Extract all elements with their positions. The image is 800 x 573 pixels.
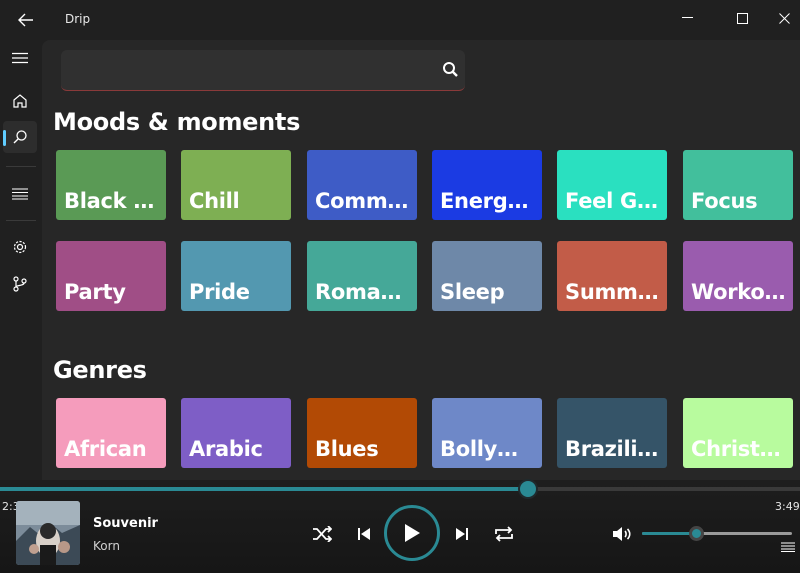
volume-slider[interactable] [642,526,792,541]
tile-label: Commute [315,189,411,213]
sidebar-item-search[interactable] [3,121,37,153]
home-icon [13,94,27,108]
sidebar-divider [6,220,36,221]
repeat-icon [495,526,513,542]
volume-slider-thumb[interactable] [689,526,704,541]
mood-tile[interactable]: Summer [557,241,667,311]
tile-label: Party [64,280,126,304]
app-title: Drip [65,12,91,26]
active-indicator [3,130,6,146]
skip-previous-icon [358,528,370,540]
mood-tile[interactable]: Black Lives Matter [56,150,166,220]
genre-tile[interactable]: African [56,398,166,468]
player-bar: 2:31 3:49 Souvenir Korn [0,479,800,573]
previous-button[interactable] [353,523,375,545]
mood-tile[interactable]: Feel Good [557,150,667,220]
mood-tile[interactable]: Sleep [432,241,542,311]
close-icon [778,12,790,24]
sidebar-item-home[interactable] [3,85,37,117]
tile-label: Bollywood [440,437,536,461]
play-icon [405,524,420,542]
genre-tile[interactable]: Bollywood [432,398,542,468]
next-button[interactable] [451,523,473,545]
arrow-left-icon [18,13,33,27]
song-title[interactable]: Souvenir [93,516,158,531]
mood-tile[interactable]: Commute [307,150,417,220]
back-button[interactable] [12,8,40,32]
gear-icon [13,240,27,254]
mood-tile[interactable]: Pride [181,241,291,311]
sidebar-item-library[interactable] [3,178,37,210]
branch-icon [13,276,27,292]
search-icon [13,130,27,144]
seek-bar[interactable] [0,479,800,499]
sidebar-item-settings[interactable] [3,231,37,263]
repeat-button[interactable] [491,522,517,546]
tile-label: Arabic [189,437,263,461]
seek-bar-fill [0,487,528,491]
tile-label: Workout [691,280,787,304]
album-cover-image [16,501,80,565]
total-time: 3:49 [775,500,800,513]
tile-label: Romance [315,280,411,304]
minimize-icon [681,17,693,18]
title-bar: Drip [0,0,800,40]
sidebar-item-source[interactable] [3,268,37,300]
skip-next-icon [456,528,468,540]
library-icon [12,188,28,200]
tile-label: Focus [691,189,758,213]
search-icon[interactable] [441,60,461,80]
queue-button[interactable] [780,540,796,554]
volume-button[interactable] [610,523,634,545]
tile-label: Energy Booster [440,189,536,213]
genre-tile[interactable]: Brazilian [557,398,667,468]
mood-tile[interactable]: Energy Booster [432,150,542,220]
genre-tile[interactable]: Blues [307,398,417,468]
volume-slider-fill [642,532,696,535]
album-art[interactable] [16,501,80,565]
tile-label: Summer [565,280,661,304]
tile-label: Christian [691,437,787,461]
close-button[interactable] [761,0,800,36]
mood-tile[interactable]: Workout [683,241,793,311]
speaker-icon [613,527,631,541]
mood-tile[interactable]: Party [56,241,166,311]
tile-label: Sleep [440,280,505,304]
seek-bar-thumb[interactable] [518,479,538,499]
sidebar [0,40,42,480]
tile-label: Feel Good [565,189,661,213]
tile-label: Black Lives Matter [64,189,160,213]
queue-icon [781,542,795,552]
sidebar-divider [6,166,36,167]
shuffle-icon [313,526,332,542]
song-artist[interactable]: Korn [93,539,120,553]
minimize-button[interactable] [664,0,710,36]
tile-label: African [64,437,147,461]
maximize-icon [736,12,748,24]
moods-section-title: Moods & moments [53,108,301,136]
tile-label: Blues [315,437,379,461]
tile-label: Chill [189,189,240,213]
genre-tile[interactable]: Christian [683,398,793,468]
genres-section-title: Genres [53,356,147,384]
tile-label: Pride [189,280,250,304]
mood-tile[interactable]: Romance [307,241,417,311]
main-content: Moods & moments Black Lives Matter Chill C… [42,40,800,480]
shuffle-button[interactable] [310,523,334,545]
search-box[interactable] [61,50,465,91]
mood-tile[interactable]: Focus [683,150,793,220]
hamburger-icon [12,52,28,64]
maximize-button[interactable] [719,0,765,36]
menu-button[interactable] [3,42,37,74]
tile-label: Brazilian [565,437,661,461]
search-input[interactable] [71,58,421,82]
mood-tile[interactable]: Chill [181,150,291,220]
genre-tile[interactable]: Arabic [181,398,291,468]
play-button[interactable] [384,505,440,561]
